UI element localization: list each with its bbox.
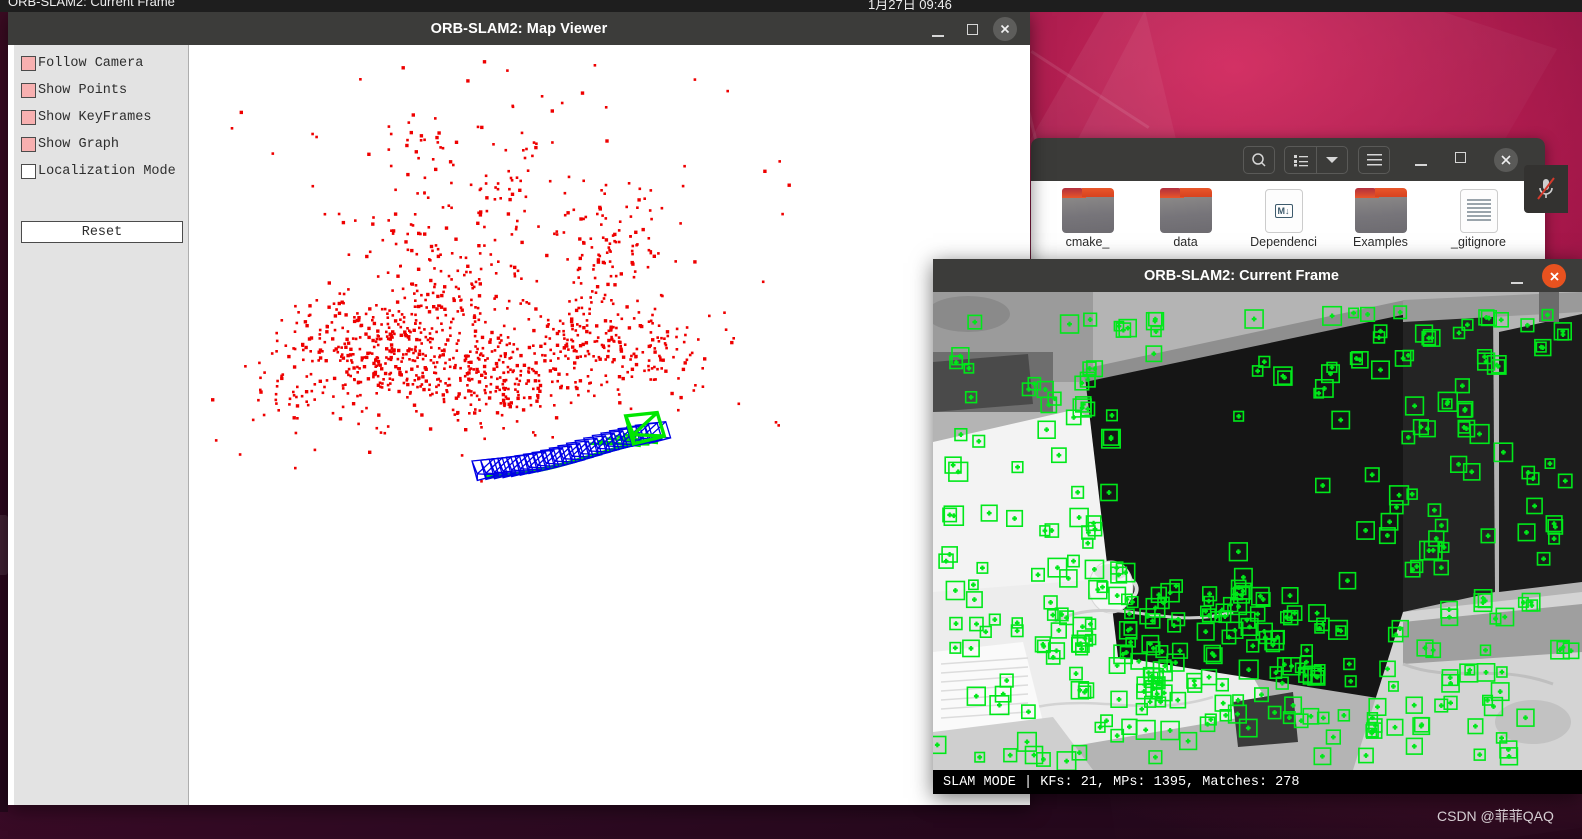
file-item-label: Examples [1353, 235, 1408, 249]
microphone-muted-icon [1524, 165, 1568, 213]
maximize-icon[interactable] [1455, 152, 1471, 168]
desktop: cmake_ data M↓ Dependenci Examples _giti… [0, 0, 1582, 839]
checkbox-show-keyframes[interactable]: Show KeyFrames [21, 106, 151, 128]
checkbox-label: Show Graph [38, 136, 120, 152]
hamburger-menu-icon[interactable] [1358, 146, 1390, 174]
close-icon[interactable] [1542, 264, 1566, 288]
status-text: SLAM MODE | KFs: 21, MPs: 1395, Matches:… [943, 774, 1300, 790]
launcher-dock[interactable] [0, 12, 8, 812]
checkbox-label: Localization Mode [38, 163, 176, 179]
checkbox-localization-mode[interactable]: Localization Mode [21, 160, 176, 182]
checkbox-label: Show KeyFrames [38, 109, 152, 125]
status-bar: SLAM MODE | KFs: 21, MPs: 1395, Matches:… [933, 770, 1582, 794]
watermark: CSDN @菲菲QAQ [1437, 808, 1554, 824]
checkbox-indicator[interactable] [21, 55, 36, 71]
checkbox-indicator[interactable] [21, 163, 36, 179]
map-render [211, 60, 791, 483]
minimize-icon[interactable] [1508, 268, 1526, 284]
folder-icon [1061, 188, 1114, 233]
topbar-clock[interactable]: 1月27日 09:46 [868, 0, 952, 12]
file-item-data[interactable]: data [1138, 188, 1233, 249]
checkbox-label: Show Points [38, 82, 128, 98]
close-icon[interactable] [1494, 148, 1518, 172]
file-item-label: Dependenci [1250, 235, 1317, 249]
file-item-gitignore[interactable]: _gitignore [1431, 189, 1526, 249]
map-viewer-body: Follow Camera Show Points Show KeyFrames… [8, 45, 1030, 805]
checkbox-show-graph[interactable]: Show Graph [21, 133, 119, 155]
folder-icon [1159, 188, 1212, 233]
markdown-file-icon: M↓ [1258, 189, 1310, 233]
checkbox-indicator[interactable] [21, 82, 36, 98]
markdown-badge: M↓ [1274, 204, 1293, 218]
file-item-examples[interactable]: Examples [1333, 188, 1428, 249]
current-frame-titlebar[interactable]: ORB-SLAM2: Current Frame [933, 259, 1582, 292]
dock-item[interactable] [0, 515, 8, 575]
view-mode-group[interactable] [1284, 146, 1348, 174]
chevron-down-icon[interactable] [1317, 147, 1347, 173]
file-manager-titlebar[interactable] [1031, 138, 1545, 181]
text-file-icon [1453, 189, 1505, 233]
close-icon[interactable] [993, 17, 1017, 41]
topbar-app-title: ORB-SLAM2: Current Frame [8, 0, 175, 9]
system-topbar[interactable]: ORB-SLAM2: Current Frame 1月27日 09:46 [0, 0, 1582, 12]
file-manager-window[interactable]: cmake_ data M↓ Dependenci Examples _giti… [1031, 138, 1545, 268]
folder-icon [1354, 188, 1407, 233]
checkbox-indicator[interactable] [21, 136, 36, 152]
map-viewer-titlebar[interactable]: ORB-SLAM2: Map Viewer [8, 12, 1030, 45]
checkbox-indicator[interactable] [21, 109, 36, 125]
maximize-icon[interactable] [963, 21, 981, 37]
file-item-label: data [1173, 235, 1198, 249]
frame-render [933, 292, 1582, 770]
file-item-label: cmake_ [1065, 235, 1110, 249]
file-item-cmake[interactable]: cmake_ [1040, 188, 1135, 249]
minimize-icon[interactable] [929, 21, 947, 37]
checkbox-show-points[interactable]: Show Points [21, 79, 127, 101]
minimize-icon[interactable] [1413, 152, 1429, 166]
map-viewer-control-panel: Follow Camera Show Points Show KeyFrames… [14, 45, 189, 805]
list-view-icon[interactable] [1285, 147, 1318, 173]
search-icon[interactable] [1243, 146, 1275, 174]
file-manager-content: cmake_ data M↓ Dependenci Examples _giti… [1031, 181, 1545, 268]
current-frame-window[interactable]: ORB-SLAM2: Current Frame SLAM MODE | KFs… [933, 259, 1582, 794]
current-frame-title: ORB-SLAM2: Current Frame [1144, 267, 1339, 284]
map-3d-canvas[interactable] [190, 45, 1030, 805]
map-viewer-title: ORB-SLAM2: Map Viewer [430, 20, 608, 37]
file-item-label: _gitignore [1451, 235, 1506, 249]
reset-button[interactable]: Reset [21, 221, 183, 243]
checkbox-label: Follow Camera [38, 55, 144, 71]
checkbox-follow-camera[interactable]: Follow Camera [21, 52, 143, 74]
camera-frame-image [933, 292, 1582, 770]
file-item-dependencies[interactable]: M↓ Dependenci [1236, 189, 1331, 249]
map-viewer-window[interactable]: ORB-SLAM2: Map Viewer Follow Camera Show… [8, 12, 1030, 805]
